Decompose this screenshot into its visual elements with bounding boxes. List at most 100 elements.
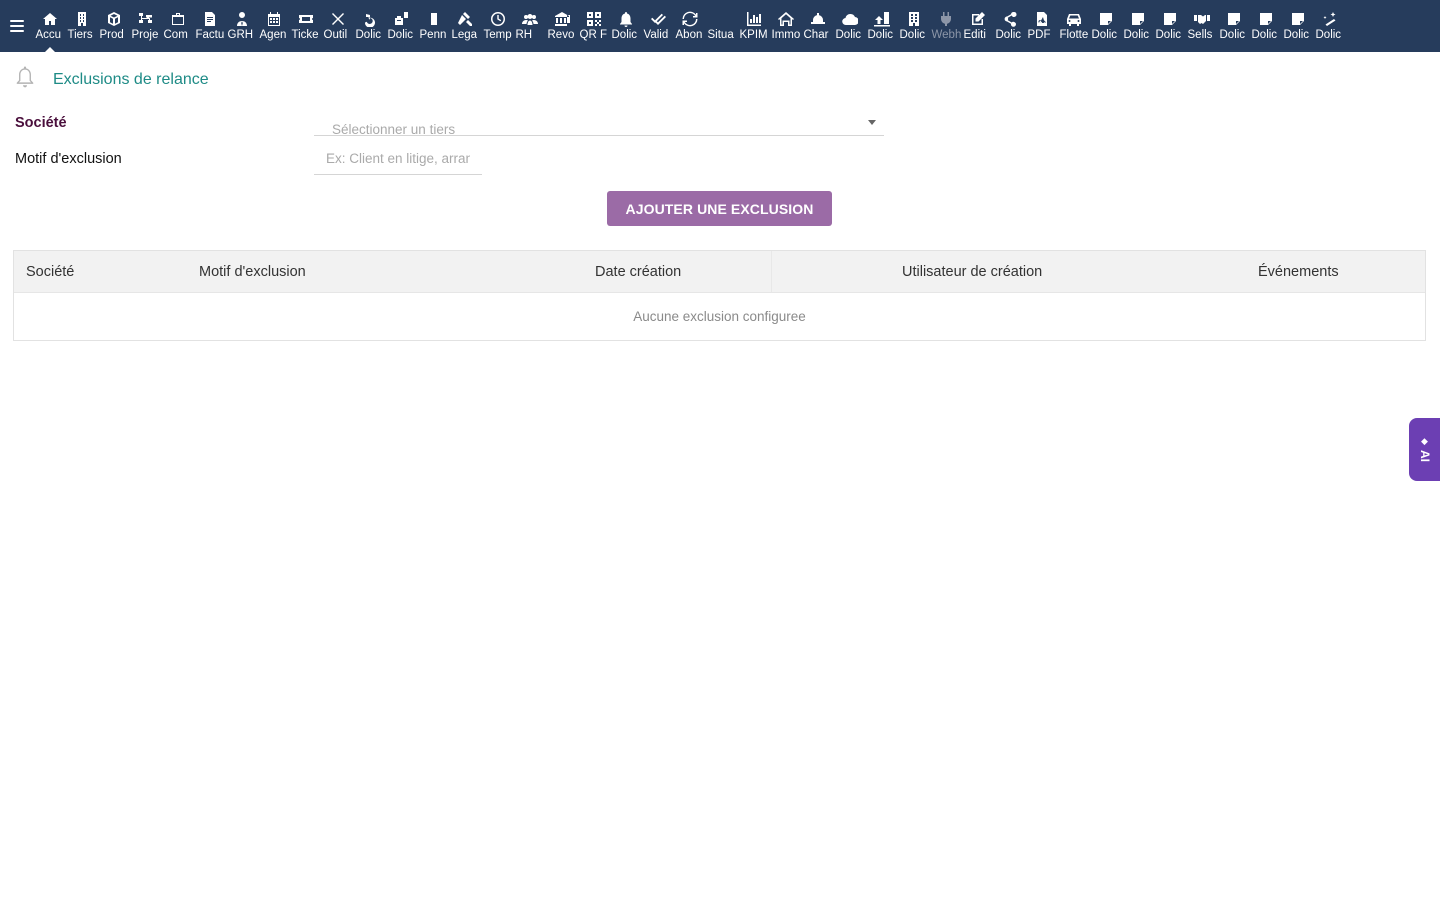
ai-tab-label: AI bbox=[1417, 450, 1432, 462]
sparkle-icon: ◆ bbox=[1421, 436, 1428, 446]
menu-item-label: Dolic bbox=[1219, 29, 1246, 41]
menu-item-18[interactable]: QR F bbox=[578, 0, 610, 52]
menu-item-label: Abon bbox=[675, 29, 703, 41]
menu-item-label: Dolic bbox=[1123, 29, 1150, 41]
menu-item-label: Dolic bbox=[1283, 29, 1310, 41]
column-header-events[interactable]: Événements bbox=[1258, 264, 1339, 280]
menu-item-26[interactable]: Dolic bbox=[834, 0, 866, 52]
menu-item-27[interactable]: Dolic bbox=[866, 0, 898, 52]
reason-label: Motif d'exclusion bbox=[15, 151, 122, 167]
menu-item-17[interactable]: Revo bbox=[546, 0, 578, 52]
menu-item-label: Sells bbox=[1187, 29, 1213, 41]
menu-item-label: GRH bbox=[227, 29, 254, 41]
menu-item-10[interactable]: Outil bbox=[322, 0, 354, 52]
menu-item-4[interactable]: Proje bbox=[130, 0, 162, 52]
menu-item-41[interactable]: Dolic bbox=[1314, 0, 1346, 52]
handshake-icon bbox=[1193, 10, 1211, 28]
column-header-company[interactable]: Société bbox=[26, 264, 74, 280]
menu-item-label: Dolic bbox=[1251, 29, 1278, 41]
menu-item-label: Dolic bbox=[355, 29, 382, 41]
menu-item-1[interactable]: Accu bbox=[34, 0, 66, 52]
menu-item-23[interactable]: KPIM bbox=[738, 0, 770, 52]
menu-item-label: Webh bbox=[931, 29, 962, 41]
menu-item-24[interactable]: Immo bbox=[770, 0, 802, 52]
menu-item-21[interactable]: Abon bbox=[674, 0, 706, 52]
menu-item-37[interactable]: Sells bbox=[1186, 0, 1218, 52]
menu-item-40[interactable]: Dolic bbox=[1282, 0, 1314, 52]
menu-item-7[interactable]: GRH bbox=[226, 0, 258, 52]
note-icon bbox=[1129, 10, 1147, 28]
menu-item-25[interactable]: Char bbox=[802, 0, 834, 52]
menu-item-13[interactable]: Penn bbox=[418, 0, 450, 52]
menu-item-16[interactable]: RH bbox=[514, 0, 546, 52]
menu-item-29[interactable]: Webh bbox=[930, 0, 962, 52]
menu-item-20[interactable]: Valid bbox=[642, 0, 674, 52]
menu-item-label: Ticke bbox=[291, 29, 319, 41]
upload-icon bbox=[873, 10, 891, 28]
menu-item-11[interactable]: Dolic bbox=[354, 0, 386, 52]
menu-item-32[interactable]: PDF bbox=[1026, 0, 1058, 52]
undo-icon bbox=[361, 10, 379, 28]
page-header: Exclusions de relance bbox=[14, 64, 209, 95]
ai-assistant-tab[interactable]: ◆ AI bbox=[1409, 418, 1440, 481]
note-icon bbox=[1257, 10, 1275, 28]
tools-icon bbox=[329, 10, 347, 28]
hamburger-menu-icon[interactable] bbox=[0, 0, 34, 52]
menu-item-label: Outil bbox=[323, 29, 348, 41]
menu-item-12[interactable]: Dolic bbox=[386, 0, 418, 52]
note-icon bbox=[1097, 10, 1115, 28]
menu-item-30[interactable]: Editi bbox=[962, 0, 994, 52]
menu-item-39[interactable]: Dolic bbox=[1250, 0, 1282, 52]
building-icon bbox=[73, 10, 91, 28]
menu-item-9[interactable]: Ticke bbox=[290, 0, 322, 52]
menu-item-label: Dolic bbox=[1091, 29, 1118, 41]
menu-item-label: Dolic bbox=[835, 29, 862, 41]
column-header-creation-date[interactable]: Date création bbox=[595, 264, 681, 280]
menu-item-34[interactable]: Dolic bbox=[1090, 0, 1122, 52]
column-header-reason[interactable]: Motif d'exclusion bbox=[199, 264, 306, 280]
menu-item-15[interactable]: Temp bbox=[482, 0, 514, 52]
car-icon bbox=[1065, 10, 1083, 28]
menu-item-28[interactable]: Dolic bbox=[898, 0, 930, 52]
clock-icon bbox=[489, 10, 507, 28]
menu-item-label: Dolic bbox=[1155, 29, 1182, 41]
menu-item-38[interactable]: Dolic bbox=[1218, 0, 1250, 52]
menu-item-14[interactable]: Lega bbox=[450, 0, 482, 52]
bar-chart-icon bbox=[745, 10, 763, 28]
menu-item-6[interactable]: Factu bbox=[194, 0, 226, 52]
menu-item-22[interactable]: Situa bbox=[706, 0, 738, 52]
menu-item-8[interactable]: Agen bbox=[258, 0, 290, 52]
company-select[interactable]: Sélectionner un tiers bbox=[314, 115, 884, 137]
add-exclusion-button[interactable]: AJOUTER UNE EXCLUSION bbox=[607, 191, 832, 226]
menu-item-33[interactable]: Flotte bbox=[1058, 0, 1090, 52]
menu-item-3[interactable]: Prod bbox=[98, 0, 130, 52]
menu-item-label: Tiers bbox=[67, 29, 93, 41]
menu-item-31[interactable]: Dolic bbox=[994, 0, 1026, 52]
menu-item-label: Agen bbox=[259, 29, 287, 41]
calendar-icon bbox=[265, 10, 283, 28]
menu-item-label: Temp bbox=[483, 29, 512, 41]
column-header-creation-user[interactable]: Utilisateur de création bbox=[902, 264, 1042, 280]
menu-item-label: Dolic bbox=[899, 29, 926, 41]
menu-item-35[interactable]: Dolic bbox=[1122, 0, 1154, 52]
menu-item-label: Revo bbox=[547, 29, 575, 41]
menu-item-label: Prod bbox=[99, 29, 124, 41]
qrcode-icon bbox=[585, 10, 603, 28]
menu-item-label: Dolic bbox=[995, 29, 1022, 41]
menu-item-36[interactable]: Dolic bbox=[1154, 0, 1186, 52]
menu-item-19[interactable]: Dolic bbox=[610, 0, 642, 52]
plug-icon bbox=[937, 10, 955, 28]
menu-item-label: Editi bbox=[963, 29, 986, 41]
sync-icon bbox=[681, 10, 699, 28]
menu-item-2[interactable]: Tiers bbox=[66, 0, 98, 52]
menu-item-label: KPIM bbox=[739, 29, 768, 41]
menu-item-label: Dolic bbox=[1315, 29, 1342, 41]
reason-input[interactable] bbox=[314, 142, 482, 175]
menu-item-label: Char bbox=[803, 29, 829, 41]
menu-item-label: Factu bbox=[195, 29, 225, 41]
menu-item-5[interactable]: Com bbox=[162, 0, 194, 52]
main-menu: Accu Tiers Prod Proje Com Factu GRH Agen Ticke Ou… bbox=[34, 0, 1346, 52]
top-navigation-bar: Accu Tiers Prod Proje Com Factu GRH Agen Ticke Ou… bbox=[0, 0, 1440, 52]
menu-item-label: Flotte bbox=[1059, 29, 1089, 41]
active-indicator bbox=[45, 47, 55, 52]
